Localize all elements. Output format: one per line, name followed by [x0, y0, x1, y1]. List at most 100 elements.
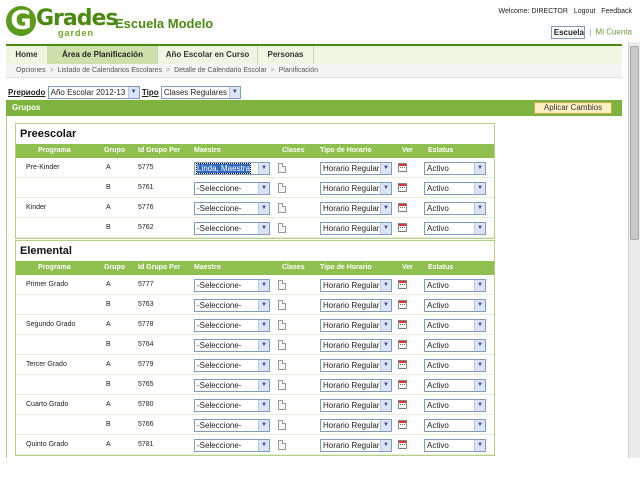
maestro-select[interactable]: -Seleccione- ▼: [194, 419, 270, 432]
column-header: Maestro: [194, 147, 221, 154]
horario-select[interactable]: Horario Regular ▼: [320, 319, 392, 332]
grupo-cell: B: [106, 224, 111, 231]
horario-select[interactable]: Horario Regular ▼: [320, 399, 392, 412]
maestro-select[interactable]: -Seleccione- ▼: [194, 279, 270, 292]
feedback-link[interactable]: Feedback: [601, 8, 632, 15]
estatus-select[interactable]: Activo ▼: [424, 202, 486, 215]
horario-select[interactable]: Horario Regular ▼: [320, 419, 392, 432]
estatus-select-value: Activo: [427, 281, 449, 290]
estatus-select[interactable]: Activo ▼: [424, 419, 486, 432]
horario-select[interactable]: Horario Regular ▼: [320, 439, 392, 452]
horario-select[interactable]: Horario Regular ▼: [320, 339, 392, 352]
apply-changes-button[interactable]: Aplicar Cambios: [534, 102, 612, 114]
escuela-link[interactable]: Escuela: [550, 26, 585, 39]
tab-area-planificacion[interactable]: Área de Planificación: [48, 46, 158, 64]
calendar-icon[interactable]: [398, 360, 407, 369]
grupo-cell: B: [106, 381, 111, 388]
document-icon[interactable]: [278, 203, 286, 213]
chevron-down-icon: ▼: [258, 183, 269, 194]
estatus-select[interactable]: Activo ▼: [424, 279, 486, 292]
estatus-select[interactable]: Activo ▼: [424, 162, 486, 175]
document-icon[interactable]: [278, 400, 286, 410]
document-icon[interactable]: [278, 183, 286, 193]
calendar-icon[interactable]: [398, 280, 407, 289]
calendar-icon[interactable]: [398, 320, 407, 329]
bottom-area: [0, 458, 640, 480]
estatus-select[interactable]: Activo ▼: [424, 222, 486, 235]
document-icon[interactable]: [278, 280, 286, 290]
calendar-icon[interactable]: [398, 440, 407, 449]
estatus-select[interactable]: Activo ▼: [424, 299, 486, 312]
table-row: B 5761 -Seleccione- ▼ Horario Regular ▼ Activo…: [16, 178, 494, 198]
estatus-select[interactable]: Activo ▼: [424, 439, 486, 452]
document-icon[interactable]: [278, 340, 286, 350]
estatus-select[interactable]: Activo ▼: [424, 379, 486, 392]
vertical-scrollbar[interactable]: [628, 42, 640, 458]
document-icon[interactable]: [278, 360, 286, 370]
maestro-select[interactable]: -Seleccione- ▼: [194, 319, 270, 332]
calendar-icon[interactable]: [398, 400, 407, 409]
scrollbar-thumb[interactable]: [630, 46, 639, 240]
calendar-icon[interactable]: [398, 340, 407, 349]
horario-select[interactable]: Horario Regular ▼: [320, 182, 392, 195]
estatus-select[interactable]: Activo ▼: [424, 319, 486, 332]
horario-select[interactable]: Horario Regular ▼: [320, 162, 392, 175]
estatus-select[interactable]: Activo ▼: [424, 359, 486, 372]
calendar-icon[interactable]: [398, 183, 407, 192]
horario-select[interactable]: Horario Regular ▼: [320, 279, 392, 292]
type-select[interactable]: Clases Regulares ▼: [160, 86, 241, 100]
calendar-icon[interactable]: [398, 163, 407, 172]
estatus-select-value: Activo: [427, 401, 449, 410]
estatus-select[interactable]: Activo ▼: [424, 339, 486, 352]
document-icon[interactable]: [278, 380, 286, 390]
tab-home[interactable]: Home: [6, 46, 48, 64]
document-icon[interactable]: [278, 163, 286, 173]
horario-select[interactable]: Horario Regular ▼: [320, 359, 392, 372]
period-select[interactable]: Año Escolar 2012-13 ▼: [47, 86, 140, 100]
chevron-down-icon: ▼: [474, 203, 485, 214]
chevron-down-icon: ▼: [380, 340, 391, 351]
calendar-icon[interactable]: [398, 420, 407, 429]
type-label: Tipo: [141, 88, 159, 97]
logout-link[interactable]: Logout: [574, 8, 595, 15]
chevron-down-icon: ▼: [474, 183, 485, 194]
tab-personas[interactable]: Personas: [258, 46, 314, 64]
maestro-select[interactable]: -Seleccione- ▼: [194, 182, 270, 195]
maestro-select[interactable]: -Seleccione- ▼: [194, 339, 270, 352]
chevron-down-icon: ▼: [474, 223, 485, 234]
maestro-select[interactable]: -Seleccione- ▼: [194, 399, 270, 412]
horario-select[interactable]: Horario Regular ▼: [320, 299, 392, 312]
maestro-select[interactable]: -Seleccione- ▼: [194, 439, 270, 452]
document-icon[interactable]: [278, 223, 286, 233]
maestro-select[interactable]: -Seleccione- ▼: [194, 222, 270, 235]
grades-garden-logo[interactable]: G Grades garden: [6, 6, 119, 40]
document-icon[interactable]: [278, 320, 286, 330]
breadcrumb-opciones[interactable]: Opciones: [16, 67, 46, 74]
calendar-icon[interactable]: [398, 380, 407, 389]
document-icon[interactable]: [278, 420, 286, 430]
maestro-select[interactable]: -Seleccione- ▼: [194, 359, 270, 372]
maestro-select[interactable]: -Seleccione- ▼: [194, 299, 270, 312]
estatus-select[interactable]: Activo ▼: [424, 399, 486, 412]
calendar-icon[interactable]: [398, 203, 407, 212]
document-icon[interactable]: [278, 440, 286, 450]
estatus-select[interactable]: Activo ▼: [424, 182, 486, 195]
programa-cell: Segundo Grado: [26, 321, 76, 328]
horario-select[interactable]: Horario Regular ▼: [320, 202, 392, 215]
calendar-icon[interactable]: [398, 223, 407, 232]
tab-ano-escolar-en-curso[interactable]: Año Escolar en Curso: [158, 46, 258, 64]
breadcrumb-listado[interactable]: Listado de Calendarios Escolares: [58, 67, 162, 74]
estatus-select-value: Activo: [427, 164, 449, 173]
breadcrumb-detalle[interactable]: Detalle de Calendario Escolar: [174, 67, 267, 74]
horario-select-value: Horario Regular: [323, 401, 380, 410]
groups-title: Grupos: [12, 103, 41, 112]
chevron-down-icon: ▼: [258, 320, 269, 331]
maestro-select[interactable]: -Seleccione- ▼: [194, 202, 270, 215]
mi-cuenta-link[interactable]: Mi Cuenta: [596, 28, 632, 37]
maestro-select[interactable]: -Seleccione- ▼: [194, 379, 270, 392]
document-icon[interactable]: [278, 300, 286, 310]
horario-select[interactable]: Horario Regular ▼: [320, 222, 392, 235]
calendar-icon[interactable]: [398, 300, 407, 309]
maestro-select[interactable]: Linda, Maestra ▼: [194, 162, 270, 175]
horario-select[interactable]: Horario Regular ▼: [320, 379, 392, 392]
